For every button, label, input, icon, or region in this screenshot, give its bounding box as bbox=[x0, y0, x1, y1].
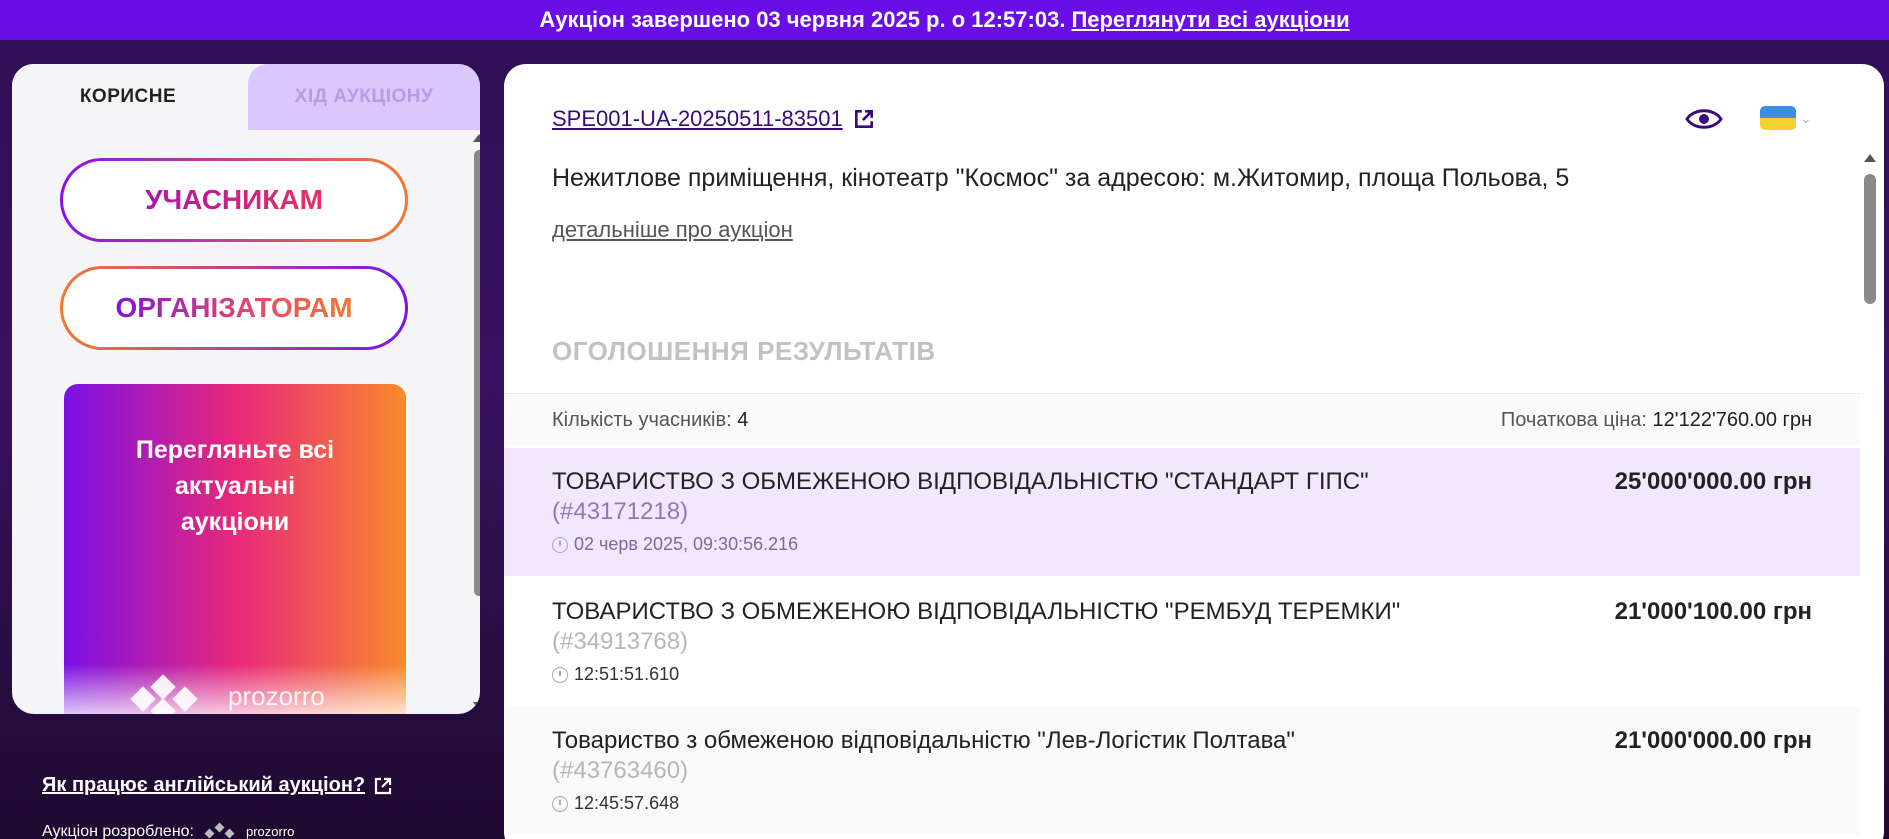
bid-time-value: 02 черв 2025, 09:30:56.216 bbox=[574, 534, 799, 554]
scroll-up-arrow-icon[interactable] bbox=[473, 134, 480, 142]
made-by-logo: prozorro bbox=[202, 822, 294, 839]
start-price-label: Початкова ціна: bbox=[1500, 408, 1647, 431]
how-english-auction-works-link[interactable]: Як працює англійський аукціон? bbox=[42, 774, 393, 797]
scroll-down-arrow-icon[interactable] bbox=[473, 702, 480, 710]
bid-time: 12:51:51.610 bbox=[552, 664, 679, 685]
bidder-code: (#43171218) bbox=[552, 498, 689, 525]
promo-text: Перегляньте всі актуальні аукціони bbox=[64, 432, 406, 540]
auction-id: SPE001-UA-20250511-83501 bbox=[552, 106, 843, 131]
sidebar-tabs: КОРИСНЕ ХІД АУКЦІОНУ bbox=[12, 64, 480, 130]
clock-icon bbox=[552, 795, 568, 812]
bid-amount: 21'000'100.00 грн bbox=[1614, 598, 1812, 625]
bid-amount: 25'000'000.00 грн bbox=[1614, 468, 1812, 495]
how-link-label: Як працює англійський аукціон? bbox=[42, 774, 366, 796]
prozorro-logo-icon bbox=[124, 674, 214, 714]
bidder-code: (#34913768) bbox=[552, 628, 689, 655]
view-all-auctions-link[interactable]: Переглянути всі аукціони bbox=[1071, 7, 1349, 33]
bidder-name: Товариство з обмеженою відповідальністю … bbox=[552, 727, 1295, 754]
main-scrollbar[interactable] bbox=[1862, 150, 1878, 830]
made-by-label: Аукціон розроблено: bbox=[42, 823, 194, 839]
organizers-button-label: ОРГАНІЗАТОРАМ bbox=[115, 292, 353, 323]
auction-title: Нежитлове приміщення, кінотеатр "Космос"… bbox=[552, 164, 1570, 192]
sidebar-panel: КОРИСНЕ ХІД АУКЦІОНУ УЧАСНИКАМ ОРГАНІЗАТ… bbox=[12, 64, 480, 714]
bid-time: 12:45:57.648 bbox=[552, 793, 679, 814]
language-select[interactable]: ⌄ bbox=[1760, 106, 1812, 130]
tab-auction-progress[interactable]: ХІД АУКЦІОНУ bbox=[248, 64, 480, 130]
start-price: Початкова ціна: 12'122'760.00 грн bbox=[1501, 409, 1812, 432]
scrollbar-thumb[interactable] bbox=[474, 150, 480, 596]
made-by: Аукціон розроблено: prozorro bbox=[42, 822, 294, 839]
promo-text-line: актуальні bbox=[174, 472, 296, 500]
clock-icon bbox=[552, 536, 568, 553]
banner-text: Аукціон завершено 03 червня 2025 р. о 12… bbox=[539, 7, 1066, 32]
auction-status-banner: Аукціон завершено 03 червня 2025 р. о 12… bbox=[0, 0, 1889, 40]
promo-banner[interactable]: Перегляньте всі актуальні аукціони prozo… bbox=[64, 384, 406, 714]
external-link-icon bbox=[854, 109, 873, 129]
bid-time-value: 12:45:57.648 bbox=[574, 793, 680, 813]
auction-details-link[interactable]: детальніше про аукціон bbox=[552, 217, 793, 243]
bid-row: ТОВАРИСТВО З ОБМЕЖЕНОЮ ВІДПОВІДАЛЬНІСТЮ … bbox=[504, 448, 1860, 576]
bid-row: Товариство з обмеженою відповідальністю … bbox=[504, 707, 1860, 835]
external-link-icon bbox=[375, 777, 392, 794]
eye-icon[interactable] bbox=[1684, 104, 1724, 134]
results-section-title: ОГОЛОШЕННЯ РЕЗУЛЬТАТІВ bbox=[552, 336, 936, 366]
made-by-logo-text: prozorro bbox=[246, 824, 295, 839]
bidder-name: ТОВАРИСТВО З ОБМЕЖЕНОЮ ВІДПОВІДАЛЬНІСТЮ … bbox=[552, 598, 1401, 625]
participants-count-label: Кількість учасників: bbox=[552, 408, 732, 431]
bid-time-value: 12:51:51.610 bbox=[574, 664, 680, 684]
organizers-button[interactable]: ОРГАНІЗАТОРАМ bbox=[60, 266, 408, 350]
tab-useful[interactable]: КОРИСНЕ bbox=[12, 64, 244, 130]
participants-count-value: 4 bbox=[737, 408, 749, 431]
auction-id-link[interactable]: SPE001-UA-20250511-83501 bbox=[552, 106, 875, 132]
start-price-value: 12'122'760.00 грн bbox=[1652, 408, 1812, 431]
bid-amount: 21'000'000.00 грн bbox=[1614, 727, 1812, 754]
scroll-up-arrow-icon[interactable] bbox=[1864, 154, 1876, 162]
clock-icon bbox=[552, 666, 568, 683]
participants-button-label: УЧАСНИКАМ bbox=[145, 184, 323, 215]
bidder-name: ТОВАРИСТВО З ОБМЕЖЕНОЮ ВІДПОВІДАЛЬНІСТЮ … bbox=[552, 468, 1369, 495]
auction-main-panel: SPE001-UA-20250511-83501 ⌄ Нежитлове при… bbox=[504, 64, 1884, 839]
sidebar-scrollbar[interactable] bbox=[472, 130, 480, 714]
chevron-down-icon: ⌄ bbox=[1800, 109, 1812, 126]
participants-count: Кількість учасників: 4 bbox=[552, 409, 748, 432]
bid-time: 02 черв 2025, 09:30:56.216 bbox=[552, 534, 798, 555]
promo-logo: prozorro bbox=[124, 674, 325, 714]
promo-text-line: Перегляньте всі bbox=[135, 436, 335, 464]
prozorro-logo-icon bbox=[204, 822, 235, 839]
bidder-code: (#43763460) bbox=[552, 757, 689, 784]
bid-row: ТОВАРИСТВО З ОБМЕЖЕНОЮ ВІДПОВІДАЛЬНІСТЮ … bbox=[504, 578, 1860, 706]
promo-logo-text: prozorro bbox=[228, 680, 325, 711]
results-summary: Кількість учасників: 4 Початкова ціна: 1… bbox=[504, 394, 1860, 446]
ukraine-flag-icon bbox=[1760, 106, 1796, 130]
promo-text-line: аукціони bbox=[180, 508, 290, 536]
scrollbar-thumb[interactable] bbox=[1864, 174, 1876, 304]
participants-button[interactable]: УЧАСНИКАМ bbox=[60, 158, 408, 242]
